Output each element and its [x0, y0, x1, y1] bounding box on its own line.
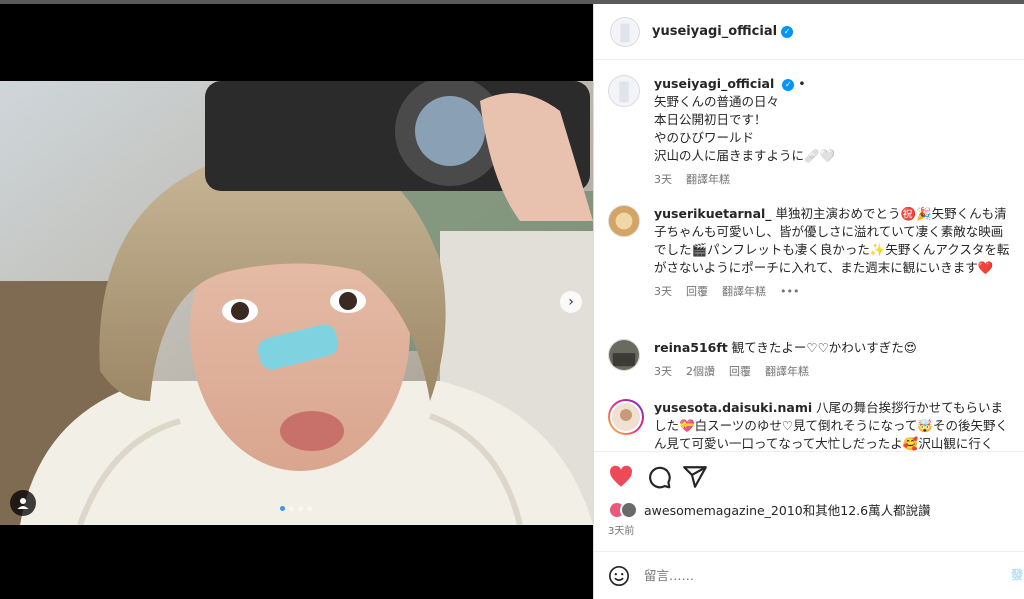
comment-item: yuserikuetarnal_ 単独初主演おめでとう㊗️🎉矢野くんも清子ちゃん… — [608, 205, 1013, 301]
caption-time[interactable]: 3天 — [654, 171, 672, 189]
post-comment-button[interactable]: 發 — [1011, 566, 1023, 583]
comments-list[interactable]: yuseiyagi_official ✓ • 矢野くんの普通の日々 本日公開初日… — [594, 61, 1024, 451]
chevron-right-icon: › — [568, 294, 574, 310]
next-photo-button[interactable]: › — [560, 291, 582, 313]
profile-image — [612, 403, 640, 431]
more-options-icon[interactable]: ••• — [780, 283, 799, 301]
comment-time[interactable]: 3天 — [654, 283, 672, 301]
tagged-users-button[interactable] — [10, 490, 36, 516]
action-bar — [594, 451, 1024, 501]
selfie-image — [0, 81, 593, 525]
comment-meta: 3天 回覆 翻譯年糕 ••• — [654, 283, 1013, 301]
like-heart-icon[interactable] — [608, 464, 634, 490]
comment-composer: 發 — [594, 551, 1024, 599]
comment-item: reina516ft 観てきたよー♡♡かわいすぎた😍 3天 2個讚 回覆 翻譯年… — [608, 339, 1013, 381]
share-icon[interactable] — [682, 464, 708, 490]
avatar — [620, 500, 638, 519]
likes-text[interactable]: awesomemagazine_2010和其他12.6萬人都說讚 — [644, 500, 931, 519]
comment-likes[interactable]: 2個讚 — [686, 363, 715, 381]
verified-badge-icon: ✓ — [782, 78, 795, 91]
post-side-panel: yuseiyagi_official ✓ yuseiyagi_official … — [593, 4, 1024, 599]
post-date[interactable]: 3天前 — [608, 522, 634, 537]
likes-summary[interactable]: awesomemagazine_2010和其他12.6萬人都說讚 — [608, 500, 931, 519]
comment-item: yusesota.daisuki.nami 八尾の舞台挨拶行かせてもらいました💝… — [608, 399, 1013, 451]
profile-image — [609, 340, 639, 370]
carousel-dot — [307, 506, 312, 511]
header-username[interactable]: yuseiyagi_official — [652, 24, 777, 39]
caption-meta: 3天 翻譯年糕 — [654, 171, 1013, 189]
comment-meta: 3天 2個讚 回覆 翻譯年糕 — [654, 363, 1013, 381]
caption-body: yuseiyagi_official ✓ • 矢野くんの普通の日々 本日公開初日… — [654, 75, 1013, 189]
caption-line: 沢山の人に届きますように🩹🤍 — [654, 148, 836, 163]
post-header: yuseiyagi_official ✓ — [594, 4, 1024, 60]
separator: • — [798, 76, 806, 91]
avatar[interactable] — [608, 339, 640, 371]
avatar[interactable] — [608, 205, 640, 237]
profile-image — [611, 17, 639, 46]
reply-button[interactable]: 回覆 — [686, 283, 708, 301]
caption: yuseiyagi_official ✓ • 矢野くんの普通の日々 本日公開初日… — [608, 75, 1013, 189]
caption-username[interactable]: yuseiyagi_official — [654, 76, 774, 91]
comment-input[interactable] — [644, 568, 984, 583]
verified-badge-icon: ✓ — [781, 25, 794, 38]
post-photo[interactable] — [0, 81, 593, 525]
story-ring[interactable] — [608, 399, 644, 435]
avatar — [610, 401, 642, 433]
carousel-dots — [280, 506, 312, 511]
translate-link[interactable]: 翻譯年糕 — [722, 283, 766, 301]
comment-body: yuserikuetarnal_ 単独初主演おめでとう㊗️🎉矢野くんも清子ちゃん… — [654, 205, 1013, 301]
comment-username[interactable]: yusesota.daisuki.nami — [654, 400, 812, 415]
carousel-dot — [298, 506, 303, 511]
reply-button[interactable]: 回覆 — [729, 363, 751, 381]
comment-icon[interactable] — [646, 464, 672, 490]
profile-image — [609, 76, 639, 106]
caption-line: 本日公開初日です！ — [654, 112, 767, 127]
translate-link[interactable]: 翻譯年糕 — [765, 363, 809, 381]
comment-body: reina516ft 観てきたよー♡♡かわいすぎた😍 3天 2個讚 回覆 翻譯年… — [654, 339, 1013, 381]
comment-username[interactable]: reina516ft — [654, 340, 728, 355]
instagram-post-modal: › yuseiyagi_official ✓ yuseiyagi_officia… — [0, 0, 1024, 599]
emoji-icon[interactable] — [608, 565, 630, 587]
caption-line: 矢野くんの普通の日々 — [654, 94, 780, 109]
translate-link[interactable]: 翻譯年糕 — [686, 171, 730, 189]
comment-body: yusesota.daisuki.nami 八尾の舞台挨拶行かせてもらいました💝… — [654, 399, 1013, 451]
comment-time[interactable]: 3天 — [654, 363, 672, 381]
caption-line: やのひびワールド — [654, 130, 755, 145]
post-media: › — [0, 4, 593, 599]
carousel-dot — [280, 506, 285, 511]
user-icon — [17, 498, 29, 509]
comment-username[interactable]: yuserikuetarnal_ — [654, 206, 772, 221]
carousel-dot — [289, 506, 294, 511]
avatar[interactable] — [610, 16, 640, 47]
comment-text: 観てきたよー♡♡かわいすぎた😍 — [731, 340, 917, 355]
avatar[interactable] — [608, 75, 640, 107]
profile-image — [609, 206, 639, 236]
